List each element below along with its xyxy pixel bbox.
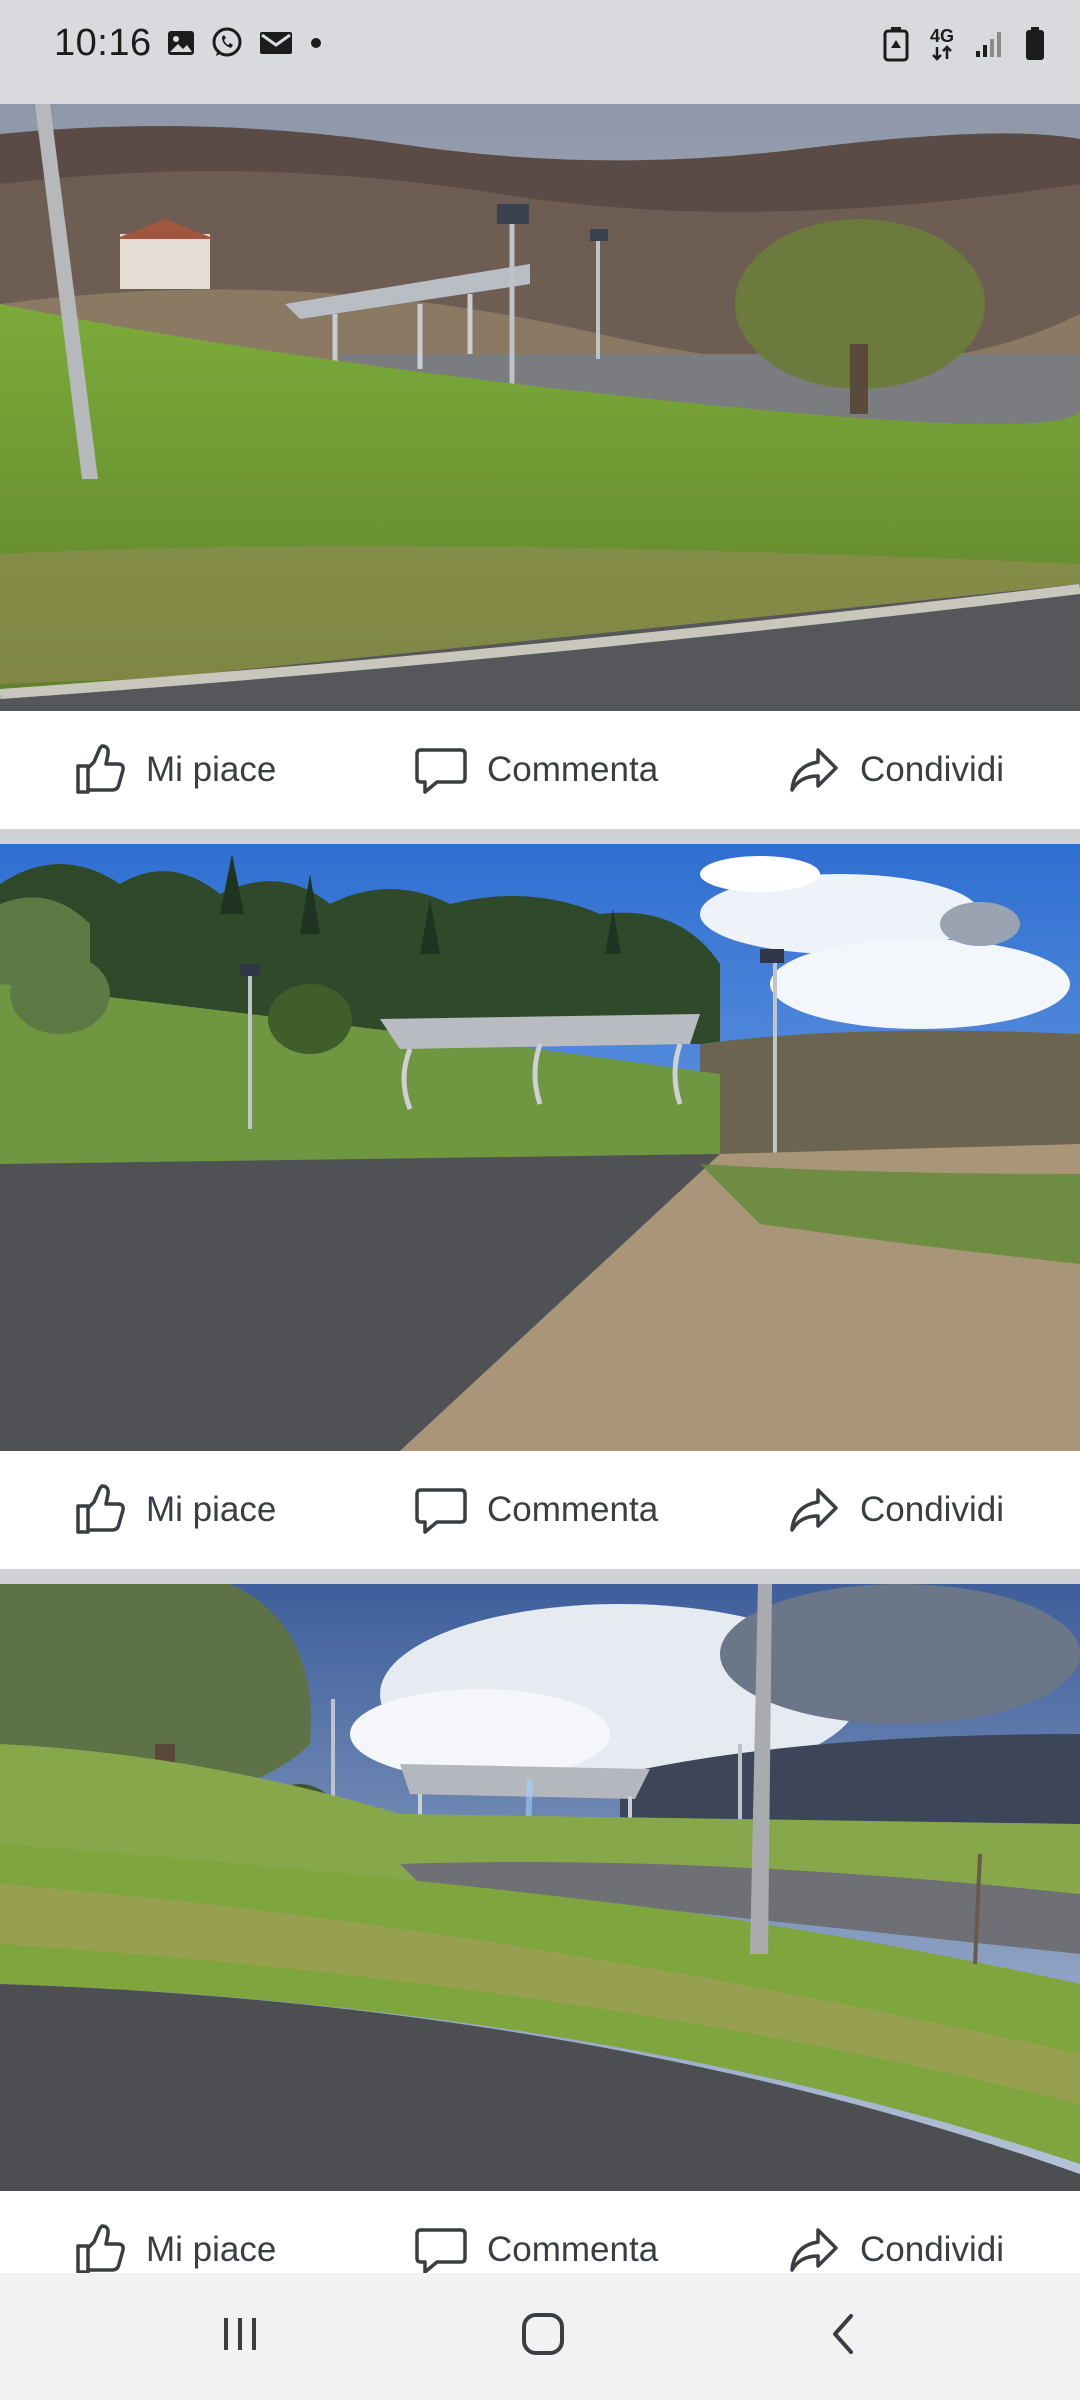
comment-button[interactable]: Commenta xyxy=(413,742,658,798)
post-photo-1[interactable] xyxy=(0,104,1080,711)
post-actions-1: Mi piace Commenta Condividi xyxy=(0,711,1080,829)
recent-apps-icon xyxy=(218,2312,262,2361)
share-label: Condividi xyxy=(860,2230,1004,2269)
thumbs-up-icon xyxy=(72,1482,128,1538)
gallery-icon xyxy=(166,28,196,58)
back-button[interactable] xyxy=(775,2273,915,2400)
post-photo-2[interactable] xyxy=(0,844,1080,1451)
mail-icon xyxy=(258,28,294,58)
like-button[interactable]: Mi piace xyxy=(72,1482,276,1538)
comment-button[interactable]: Commenta xyxy=(413,2222,658,2278)
comment-icon xyxy=(413,742,469,798)
thumbs-up-icon xyxy=(72,742,128,798)
home-button[interactable] xyxy=(473,2273,613,2400)
share-button[interactable]: Condividi xyxy=(786,1482,1004,1538)
battery-icon xyxy=(1024,26,1046,62)
share-button[interactable]: Condividi xyxy=(786,2222,1004,2278)
like-label: Mi piace xyxy=(146,750,277,789)
post-divider xyxy=(0,829,1080,844)
status-time: 10:16 xyxy=(54,22,152,64)
like-button[interactable]: Mi piace xyxy=(72,742,276,798)
comment-label: Commenta xyxy=(487,1490,659,1529)
dot-icon xyxy=(308,28,324,58)
comment-icon xyxy=(413,2222,469,2278)
network-4g-icon: 4G xyxy=(930,27,954,61)
comment-button[interactable]: Commenta xyxy=(413,1482,658,1538)
navigation-bar xyxy=(0,2273,1080,2400)
like-label: Mi piace xyxy=(146,2230,277,2269)
recent-apps-button[interactable] xyxy=(170,2273,310,2400)
share-label: Condividi xyxy=(860,750,1004,789)
signal-icon xyxy=(974,29,1004,59)
battery-saver-icon xyxy=(882,26,910,62)
home-icon xyxy=(519,2310,567,2363)
whatsapp-icon xyxy=(210,26,244,60)
comment-label: Commenta xyxy=(487,2230,659,2269)
share-label: Condividi xyxy=(860,1490,1004,1529)
comment-label: Commenta xyxy=(487,750,659,789)
status-bar: 10:16 4G xyxy=(0,0,1080,104)
like-label: Mi piace xyxy=(146,1490,277,1529)
share-button[interactable]: Condividi xyxy=(786,742,1004,798)
back-icon xyxy=(823,2312,867,2361)
thumbs-up-icon xyxy=(72,2222,128,2278)
share-icon xyxy=(786,1482,842,1538)
like-button[interactable]: Mi piace xyxy=(72,2222,276,2278)
comment-icon xyxy=(413,1482,469,1538)
share-icon xyxy=(786,742,842,798)
share-icon xyxy=(786,2222,842,2278)
post-actions-2: Mi piace Commenta Condividi xyxy=(0,1451,1080,1569)
post-divider xyxy=(0,1569,1080,1584)
post-photo-3[interactable] xyxy=(0,1584,1080,2191)
